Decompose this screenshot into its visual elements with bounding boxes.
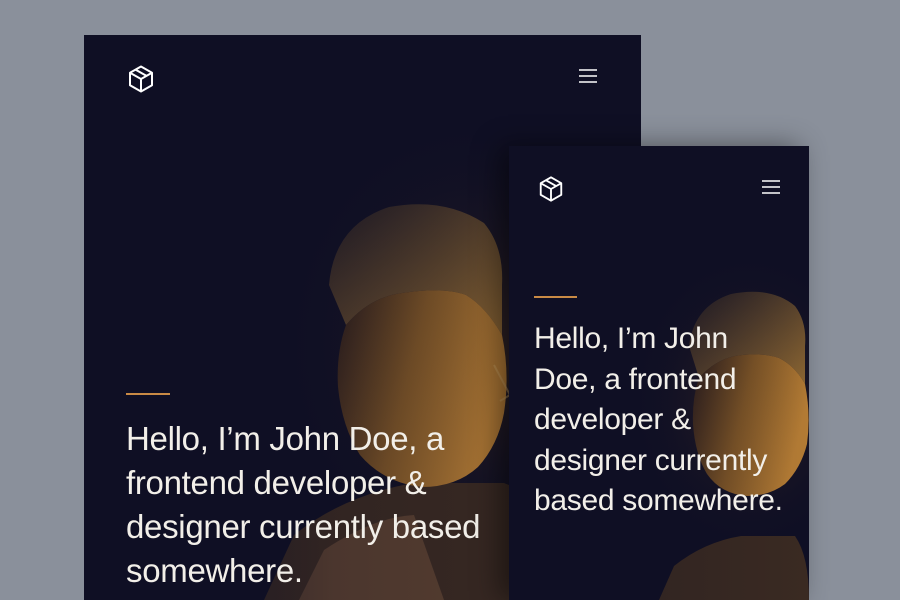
hamburger-menu-icon[interactable]: [579, 68, 597, 84]
hero-headline: Hello, I’m John Doe, a frontend develope…: [126, 420, 481, 589]
hero-headline: Hello, I’m John Doe, a frontend develope…: [534, 322, 783, 517]
hamburger-menu-icon[interactable]: [762, 179, 780, 195]
cube-logo-icon[interactable]: [537, 175, 565, 203]
mobile-mockup: Hello, I’m John Doe, a frontend develope…: [509, 146, 809, 600]
accent-divider: [126, 393, 170, 395]
cube-logo-icon[interactable]: [126, 64, 156, 94]
accent-divider: [534, 296, 577, 298]
